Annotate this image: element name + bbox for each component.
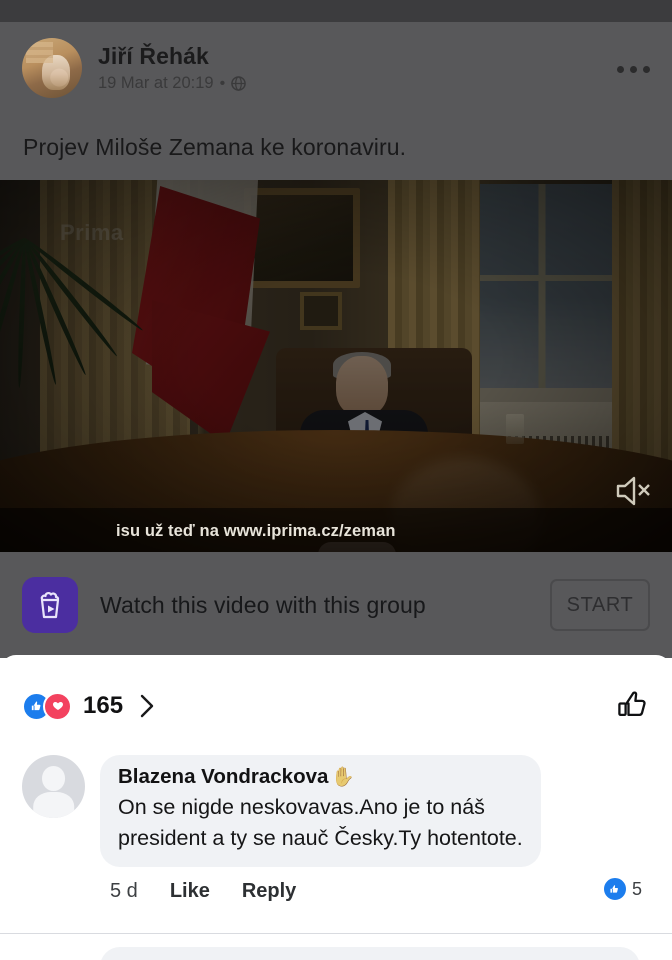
dimmed-post-region: Jiří Řehák 19 Mar at 20:19 • Projev Milo… [0,22,672,658]
comment-text: On se nigde neskovavas.Ano je to náš pre… [118,795,523,850]
comment-actions: 5 d Like Reply 5 [110,876,650,903]
author-avatar[interactable] [22,38,82,98]
comment-item: Blazena Vondrackova ✋ On se nigde neskov… [0,755,672,903]
heart-reaction-icon [43,691,72,721]
comments-panel: 165 Blazena Vondrackova ✋ On se nigde ne… [0,655,672,960]
reaction-count: 165 [83,692,124,719]
more-options-icon[interactable] [617,66,650,73]
reaction-summary[interactable]: 165 [22,691,156,721]
video-caption-text: isu už teď na www.iprima.cz/zeman [116,522,396,540]
comment-divider [0,933,672,934]
comment-author-name[interactable]: Blazena Vondrackova [118,765,328,789]
post-message-text: Projev Miloše Zemana ke koronaviru. [23,134,407,160]
chevron-right-icon[interactable] [139,693,156,719]
watch-party-bar: Watch this video with this group START [0,552,672,658]
watch-party-label: Watch this video with this group [100,591,426,618]
meta-separator: • [219,74,226,92]
comment-bubble: Blazena Vondrackova ✋ On se nigde neskov… [100,755,541,868]
video-vignette [0,180,672,552]
post-timestamp[interactable]: 19 Mar at 20:19 [98,74,214,93]
post-author-name[interactable]: Jiří Řehák [98,43,246,69]
next-comment-preview[interactable] [100,947,640,960]
status-bar-dim [0,0,672,22]
comment-like-badge[interactable]: 5 [601,876,642,903]
comment-like-count: 5 [631,878,642,899]
raised-hand-emoji: ✋ [331,767,356,788]
comment-like-button[interactable]: Like [170,880,210,903]
post-meta: 19 Mar at 20:19 • [98,74,246,93]
video-player[interactable]: Prima isu už teď na www.iprima.cz/zeman [0,180,672,552]
default-user-avatar[interactable] [22,755,85,818]
facebook-post-screen: Jiří Řehák 19 Mar at 20:19 • Projev Milo… [0,0,672,960]
like-post-button[interactable] [614,688,650,724]
thumbs-up-badge-icon [601,876,628,903]
reactions-row: 165 [0,675,672,737]
start-watch-party-button[interactable]: START [550,579,650,631]
post-header: Jiří Řehák 19 Mar at 20:19 • [22,38,246,98]
comment-reply-button[interactable]: Reply [242,880,296,903]
comment-timestamp: 5 d [110,880,138,903]
speaker-muted-icon[interactable] [614,474,654,508]
popcorn-video-icon [22,577,78,633]
globe-icon [231,76,246,92]
comment-author-row: Blazena Vondrackova ✋ [118,765,523,789]
